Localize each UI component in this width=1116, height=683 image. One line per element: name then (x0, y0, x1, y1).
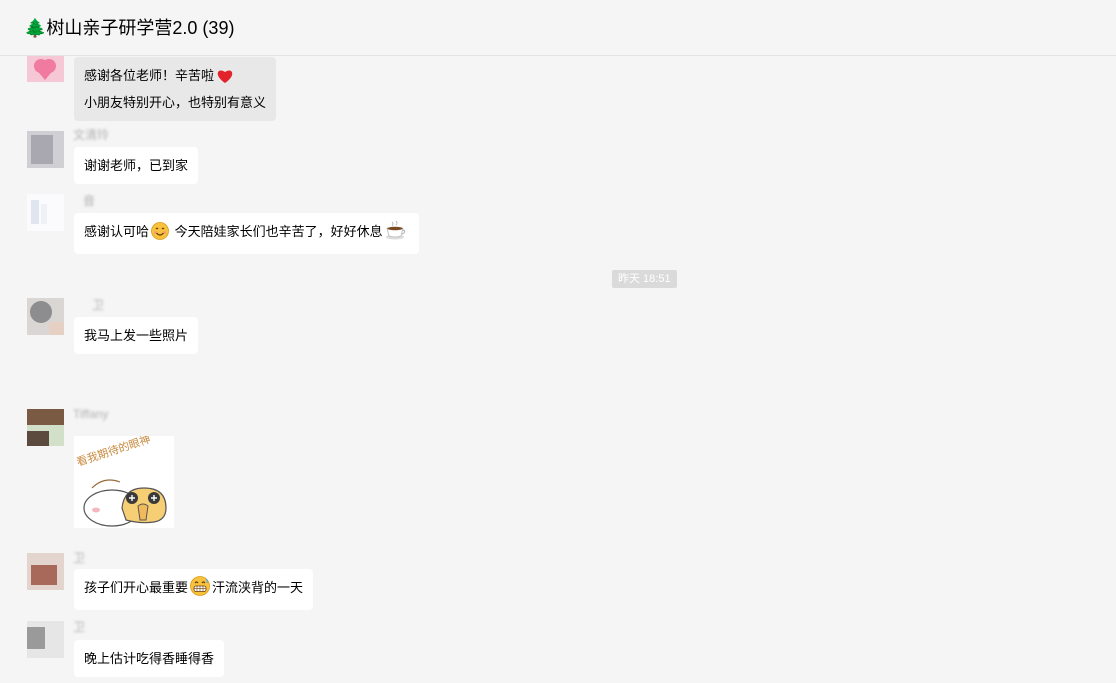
sender-name: 文清玲 (73, 128, 110, 142)
avatar[interactable] (27, 131, 64, 168)
sender-name: 卫 (73, 551, 86, 565)
message-list[interactable]: 感谢各位老师！辛苦啦 小朋友特别开心，也特别有意义 文清玲 谢谢老师，已到家 音… (0, 56, 1116, 683)
message-bubble[interactable]: 晚上估计吃得香睡得香 (74, 640, 225, 677)
sender-name: 卫 (73, 620, 86, 634)
chat-header: 🌲树山亲子研学营2.0 (39) (0, 0, 1116, 56)
message-text: 谢谢老师，已到家 (84, 158, 189, 173)
sticker-image[interactable]: 看我期待的眼神 (74, 432, 174, 528)
sender-name: Tiffany (73, 407, 109, 421)
message-text: 汗流浃背的一天 (212, 580, 304, 595)
message-bubble[interactable]: 感谢各位老师！辛苦啦 小朋友特别开心，也特别有意义 (74, 57, 277, 121)
sender-name: 音 (83, 194, 96, 208)
coffee-icon (385, 220, 407, 247)
message-text: 小朋友特别开心，也特别有意义 (84, 95, 267, 110)
avatar[interactable] (27, 621, 64, 658)
message-text: 晚上估计吃得香睡得香 (84, 651, 215, 666)
message-text: 我马上发一些照片 (84, 328, 189, 343)
message-text: 感谢各位老师！辛苦啦 (84, 68, 215, 83)
avatar[interactable] (27, 553, 64, 590)
sender-name: 卫 (92, 298, 105, 312)
message-bubble[interactable]: 谢谢老师，已到家 (74, 147, 199, 184)
message-text: 今天陪娃家长们也辛苦了，好好休息 (171, 224, 383, 239)
avatar[interactable] (27, 194, 64, 231)
message-bubble[interactable]: 感谢认可哈 今天陪娃家长们也辛苦了，好好休息 (74, 213, 419, 254)
avatar[interactable] (27, 409, 64, 446)
message-bubble[interactable]: 我马上发一些照片 (74, 317, 199, 354)
avatar[interactable] (27, 298, 64, 335)
chat-title: 🌲树山亲子研学营2.0 (39) (24, 18, 235, 38)
heart-icon (216, 68, 234, 91)
message-text: 孩子们开心最重要 (84, 580, 189, 595)
message-bubble[interactable]: 孩子们开心最重要 汗流浃背的一天 (74, 569, 314, 610)
time-divider: 昨天 18:51 (612, 270, 677, 288)
smile-icon (151, 222, 169, 247)
message-text: 感谢认可哈 (84, 224, 150, 239)
avatar[interactable] (27, 56, 64, 82)
grin-icon (190, 576, 210, 603)
